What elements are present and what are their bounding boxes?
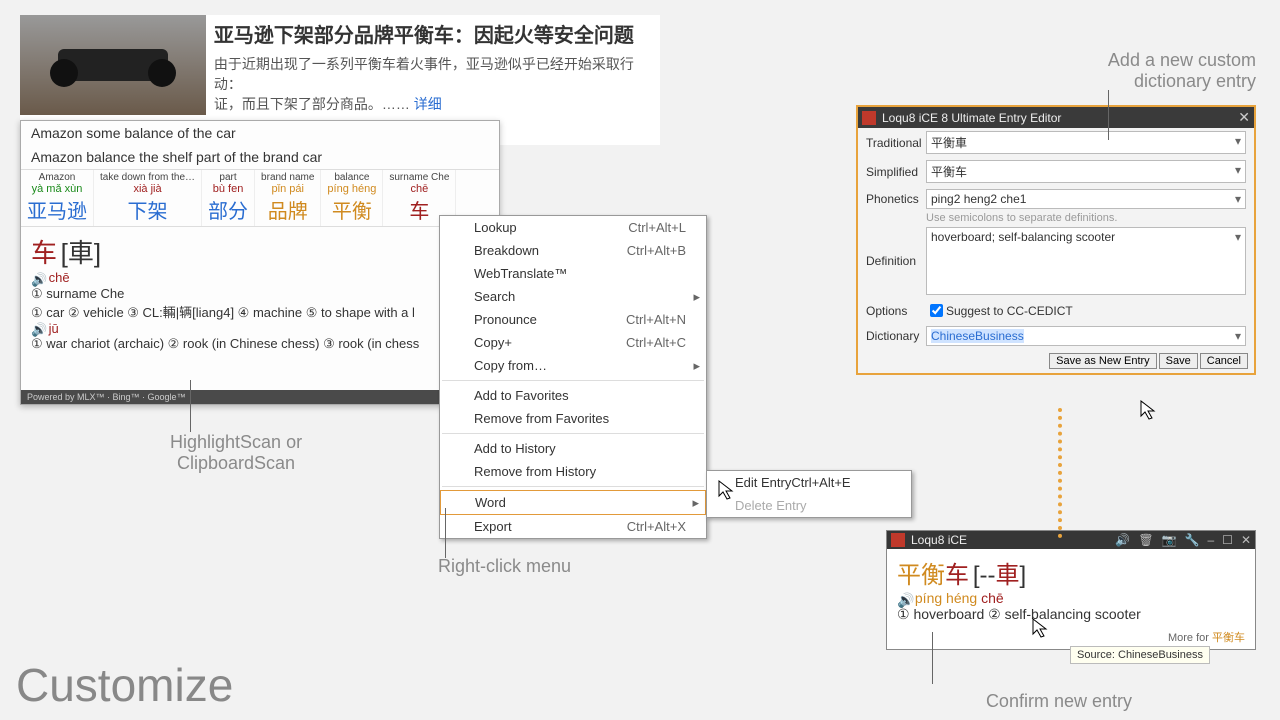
field-simplified[interactable]: 平衡车 — [926, 160, 1246, 183]
menu-item[interactable]: Word▸ — [440, 490, 706, 515]
word-row: Amazonyà mǎ xùn亚马逊take down from the…xià… — [21, 169, 499, 227]
mt-line-1: Amazon some balance of the car — [21, 121, 499, 145]
maximize-icon[interactable]: ☐ — [1222, 533, 1233, 547]
confirm-popup: Loqu8 iCE 🔊 🗑 📷 🔧 – ☐ ✕ 平衡车 [--車] 🔊 píng… — [886, 530, 1256, 650]
page-title: Customize — [16, 658, 233, 712]
definition-hint: Use semicolons to separate definitions. — [858, 212, 1254, 224]
field-phonetics[interactable]: ping2 heng2 che1 — [926, 189, 1246, 209]
menu-item[interactable]: Remove from History — [440, 460, 706, 483]
dictionary-entry: 车 [車] 🔊 chē ① surname Che ① car ② vehicl… — [21, 227, 499, 358]
menu-item[interactable]: WebTranslate™ — [440, 262, 706, 285]
menu-item[interactable]: Copy+Ctrl+Alt+C — [440, 331, 706, 354]
entry-def-2: ① car ② vehicle ③ CL:輛|辆[liang4] ④ machi… — [31, 302, 489, 321]
app-icon — [862, 111, 876, 125]
menu-item[interactable]: Add to History — [440, 437, 706, 460]
camera-icon[interactable]: 📷 — [1162, 533, 1177, 547]
field-traditional[interactable]: 平衡車 — [926, 131, 1246, 154]
close-icon[interactable]: ✕ — [1241, 533, 1251, 547]
menu-item[interactable]: Add to Favorites — [440, 384, 706, 407]
gear-icon[interactable]: 🔧 — [1185, 533, 1200, 547]
entry-editor: Loqu8 iCE 8 Ultimate Entry Editor ✕ Trad… — [856, 105, 1256, 375]
trash-icon[interactable]: 🗑 — [1138, 533, 1153, 547]
confirm-titlebar[interactable]: Loqu8 iCE 🔊 🗑 📷 🔧 – ☐ ✕ — [887, 531, 1255, 549]
word-cell[interactable]: take down from the…xià jià下架 — [94, 170, 202, 226]
ann-rcm: Right-click menu — [438, 556, 571, 577]
close-icon[interactable]: ✕ — [1238, 109, 1250, 126]
news-detail-link[interactable]: 详细 — [414, 96, 442, 112]
label-simplified: Simplified — [866, 165, 926, 179]
news-body: 由于近期出现了一系列平衡车着火事件，亚马逊似乎已经开始采取行动： 证，而且下架了… — [214, 54, 652, 114]
entry-def-3: ① war chariot (archaic) ② rook (in Chine… — [31, 336, 489, 352]
news-thumb — [20, 15, 206, 115]
cancel-button[interactable]: Cancel — [1200, 353, 1248, 369]
speaker-icon[interactable]: 🔊 — [31, 322, 45, 336]
word-cell[interactable]: Amazonyà mǎ xùn亚马逊 — [21, 170, 94, 226]
app-icon — [891, 533, 905, 547]
mt-line-2: Amazon balance the shelf part of the bra… — [21, 145, 499, 169]
ann-confirm: Confirm new entry — [986, 691, 1132, 712]
entry-pinyin-2: jū — [49, 321, 59, 336]
entry-pinyin-1: chē — [49, 270, 70, 285]
scan-popup: Amazon some balance of the car Amazon ba… — [20, 120, 500, 405]
label-traditional: Traditional — [866, 136, 926, 150]
suggest-checkbox[interactable] — [930, 304, 943, 317]
context-menu[interactable]: LookupCtrl+Alt+LBreakdownCtrl+Alt+BWebTr… — [439, 215, 707, 539]
popup-footer: Powered by MLX™ · Bing™ · Google™ — [21, 390, 499, 404]
submenu-item: Delete Entry — [707, 494, 911, 517]
word-cell[interactable]: balancepíng héng平衡 — [321, 170, 383, 226]
suggest-label: Suggest to CC-CEDICT — [946, 304, 1073, 318]
minimize-icon[interactable]: – — [1207, 533, 1214, 547]
cursor-icon — [1140, 400, 1158, 420]
confirm-hz-2: 车 — [945, 562, 969, 589]
field-definition[interactable]: hoverboard; self-balancing scooter — [926, 227, 1246, 295]
label-dictionary: Dictionary — [866, 329, 926, 343]
confirm-title: Loqu8 iCE — [911, 533, 967, 547]
sound-icon[interactable]: 🔊 — [1115, 533, 1130, 547]
news-title[interactable]: 亚马逊下架部分品牌平衡车：因起火等安全问题 — [214, 19, 652, 48]
field-dictionary[interactable]: ChineseBusiness — [926, 326, 1246, 346]
confirm-py-1: píng héng — [915, 590, 977, 606]
save-button[interactable]: Save — [1159, 353, 1198, 369]
word-submenu[interactable]: Edit EntryCtrl+Alt+EDelete Entry — [706, 470, 912, 518]
entry-def-1: ① surname Che — [31, 286, 489, 302]
menu-item[interactable]: Copy from…▸ — [440, 354, 706, 377]
more-link[interactable]: 平衡车 — [1212, 632, 1245, 644]
source-tooltip: Source: ChineseBusiness — [1070, 646, 1210, 664]
editor-title: Loqu8 iCE 8 Ultimate Entry Editor — [882, 111, 1061, 125]
entry-trad: [車] — [61, 238, 101, 268]
save-new-button[interactable]: Save as New Entry — [1049, 353, 1157, 369]
speaker-icon[interactable]: 🔊 — [897, 592, 911, 606]
menu-item[interactable]: Remove from Favorites — [440, 407, 706, 430]
speaker-icon[interactable]: 🔊 — [31, 272, 45, 286]
word-cell[interactable]: brand namepǐn pái品牌 — [255, 170, 321, 226]
ann-add-entry: Add a new custom dictionary entry — [1108, 50, 1256, 92]
entry-simp: 车 — [31, 238, 57, 268]
menu-item[interactable]: ExportCtrl+Alt+X — [440, 515, 706, 538]
menu-item[interactable]: Search▸ — [440, 285, 706, 308]
submenu-item[interactable]: Edit EntryCtrl+Alt+E — [707, 471, 911, 494]
label-definition: Definition — [866, 254, 926, 268]
confirm-def: ① hoverboard ② self-balancing scooter — [897, 606, 1141, 622]
label-options: Options — [866, 304, 926, 318]
word-cell[interactable]: partbù fen部分 — [202, 170, 255, 226]
ann-scan: HighlightScan or ClipboardScan — [170, 432, 302, 474]
confirm-hz-1: 平衡 — [897, 562, 945, 589]
label-phonetics: Phonetics — [866, 192, 926, 206]
menu-item[interactable]: BreakdownCtrl+Alt+B — [440, 239, 706, 262]
menu-item[interactable]: PronounceCtrl+Alt+N — [440, 308, 706, 331]
confirm-py-2: chē — [981, 590, 1004, 606]
menu-item[interactable]: LookupCtrl+Alt+L — [440, 216, 706, 239]
editor-titlebar[interactable]: Loqu8 iCE 8 Ultimate Entry Editor ✕ — [858, 107, 1254, 128]
